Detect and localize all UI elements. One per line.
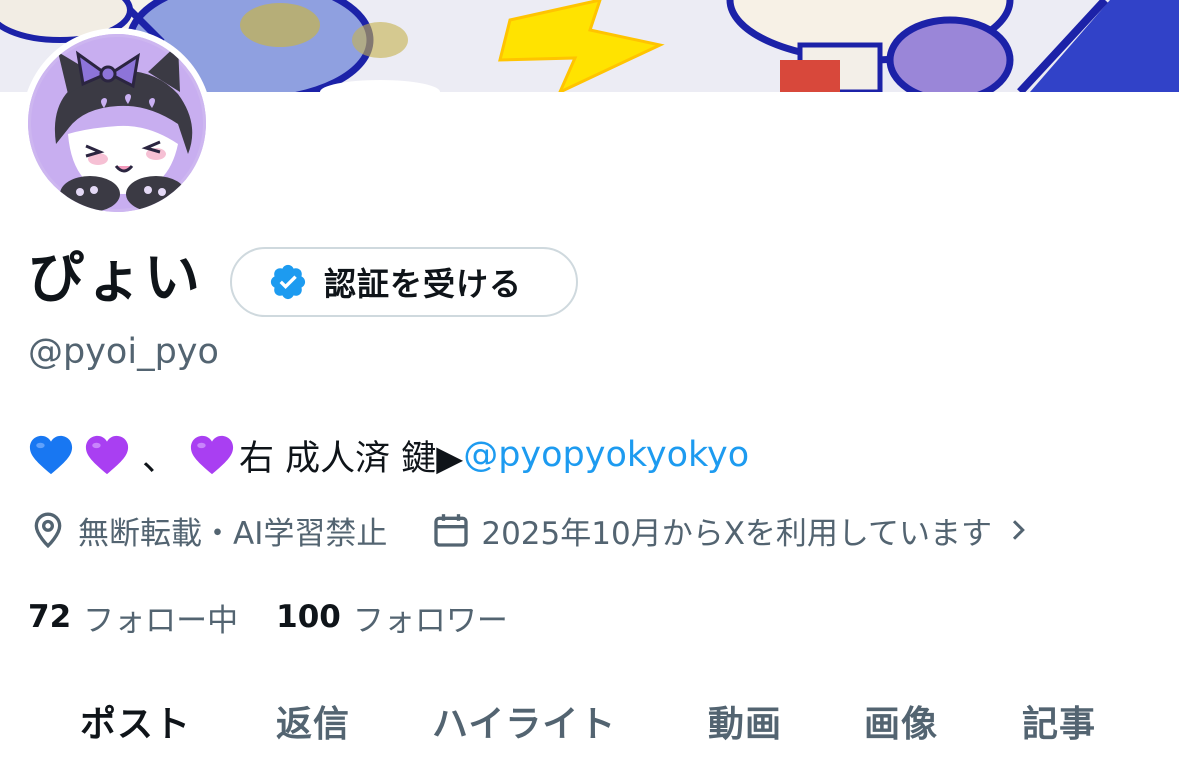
following-count[interactable]: 72: [28, 599, 71, 635]
purple-heart-icon: [85, 435, 129, 475]
blue-heart-icon: [29, 435, 73, 475]
tab-replies[interactable]: 返信: [276, 700, 350, 750]
tab-articles[interactable]: 記事: [1022, 700, 1096, 750]
bio-text: 右 成人済 鍵▶: [239, 438, 464, 479]
avatar[interactable]: [22, 28, 212, 218]
location-pin-icon: [34, 512, 62, 549]
profile-bio: 、 右 成人済 鍵▶ @pyopyokyokyo: [28, 430, 749, 480]
chevron-right-icon[interactable]: [1006, 515, 1032, 545]
tab-highlights[interactable]: ハイライト: [432, 700, 616, 750]
location-text: 無断転載・AI学習禁止: [78, 515, 388, 552]
display-name: ぴょい: [28, 246, 202, 311]
follow-stats: 72 フォロー中 100 フォロワー: [28, 595, 508, 639]
tab-videos[interactable]: 動画: [708, 700, 782, 750]
user-handle: @pyoi_pyo: [28, 332, 219, 372]
bio-mention-link[interactable]: @pyopyokyokyo: [463, 435, 749, 475]
followers-count[interactable]: 100: [276, 599, 341, 635]
followers-label[interactable]: フォロワー: [353, 595, 508, 640]
get-verified-button[interactable]: 認証を受ける: [230, 247, 578, 317]
purple-heart-icon: [190, 435, 234, 475]
following-label[interactable]: フォロー中: [83, 595, 238, 640]
calendar-icon: [434, 514, 469, 547]
tab-photos[interactable]: 画像: [864, 700, 938, 750]
tab-posts[interactable]: ポスト: [80, 700, 191, 750]
verified-badge-icon: [270, 264, 306, 300]
get-verified-label: 認証を受ける: [324, 265, 523, 303]
avatar-image: [28, 34, 206, 212]
join-date-link[interactable]: 2025年10月からXを利用しています: [481, 508, 992, 553]
bio-comma: 、: [142, 438, 178, 479]
profile-meta: 無断転載・AI学習禁止 2025年10月からXを利用しています: [28, 505, 1032, 555]
